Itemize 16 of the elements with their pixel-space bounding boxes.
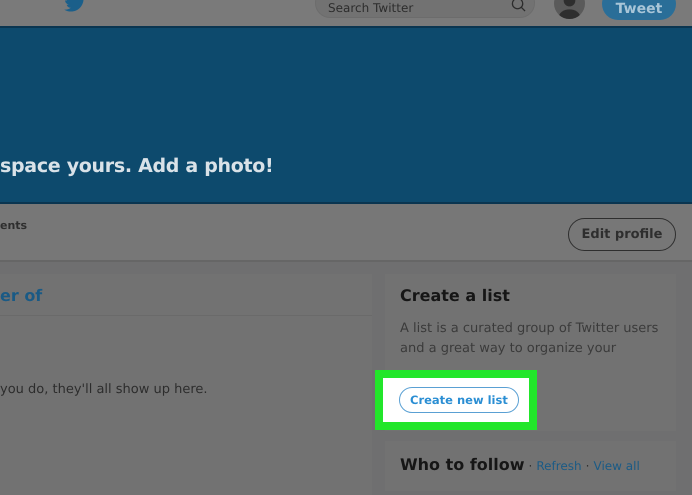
follow-link[interactable]: View all [594,459,640,473]
tweet-button[interactable]: Tweet [602,0,676,20]
edit-profile-button[interactable]: Edit profile [568,218,676,251]
separator-dot: · [528,459,532,473]
empty-message: you do, they'll all show up here. [0,382,209,397]
add-photo-prompt: space yours. Add a photo! [0,155,274,177]
create-list-heading: Create a list [400,286,511,305]
list-description: A list is a curated group of Twitter users and a great way to organize your [400,320,660,358]
create-new-list-button[interactable]: Create new list [399,387,519,413]
member-of-heading[interactable]: er of [0,274,372,316]
stat-label[interactable]: ents [0,219,28,232]
follow-link[interactable]: Refresh [536,459,582,473]
who-to-follow-heading: Who to follow [400,455,525,474]
separator-dot: · [586,459,590,473]
search-icon[interactable] [511,0,526,12]
search-field[interactable]: Search Twitter [315,0,535,18]
